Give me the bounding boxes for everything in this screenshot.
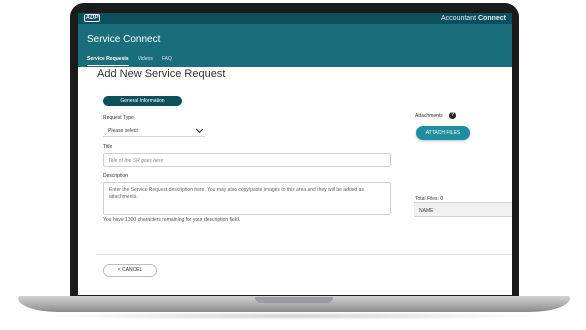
tab-faq[interactable]: FAQ [162,56,172,66]
description-label: Description [103,173,129,179]
request-type-select[interactable]: Please select [103,124,205,137]
attach-files-button[interactable]: ATTACH FILES [416,126,470,140]
title-label: Title [103,144,113,150]
general-information-pill[interactable]: General Information [103,96,182,106]
description-textarea[interactable]: Enter the Service Request description he… [103,182,391,215]
title-placeholder: Title of the SR goes here [108,158,164,164]
attachments-table-header: NAME [414,202,512,217]
request-type-label: Request Type [103,115,134,121]
tab-videos[interactable]: Videos [138,56,153,66]
brand-suffix: Connect [478,15,506,22]
laptop-screen: ADP Accountant Connect Service Connect S… [78,13,512,295]
laptop-scene: ADP Accountant Connect Service Connect S… [0,0,586,330]
question-circle-icon[interactable]: ? [449,112,456,119]
top-bar: ADP Accountant Connect [78,13,512,24]
footer-divider [96,254,512,255]
name-column-header[interactable]: NAME [419,208,433,214]
request-type-value: Please select [108,128,138,134]
cancel-button[interactable]: < CANCEL [103,264,157,277]
app-header: Service Connect Service Requests Videos … [78,24,512,67]
laptop-shadow [40,312,548,320]
app-title: Service Connect [87,34,161,45]
title-input[interactable]: Title of the SR goes here [103,153,391,167]
tab-service-requests[interactable]: Service Requests [87,56,129,66]
attachments-title: Attachments [415,113,443,119]
chevron-down-icon [195,125,204,134]
product-brand: Accountant Connect [441,15,506,22]
character-count-helper: You have 1300 characters remaining for y… [103,217,241,223]
laptop-notch [255,297,333,303]
adp-logo: ADP [84,14,100,22]
page-title: Add New Service Request [97,68,226,80]
brand-prefix: Accountant [441,15,477,22]
nav-tabs: Service Requests Videos FAQ [87,56,172,66]
